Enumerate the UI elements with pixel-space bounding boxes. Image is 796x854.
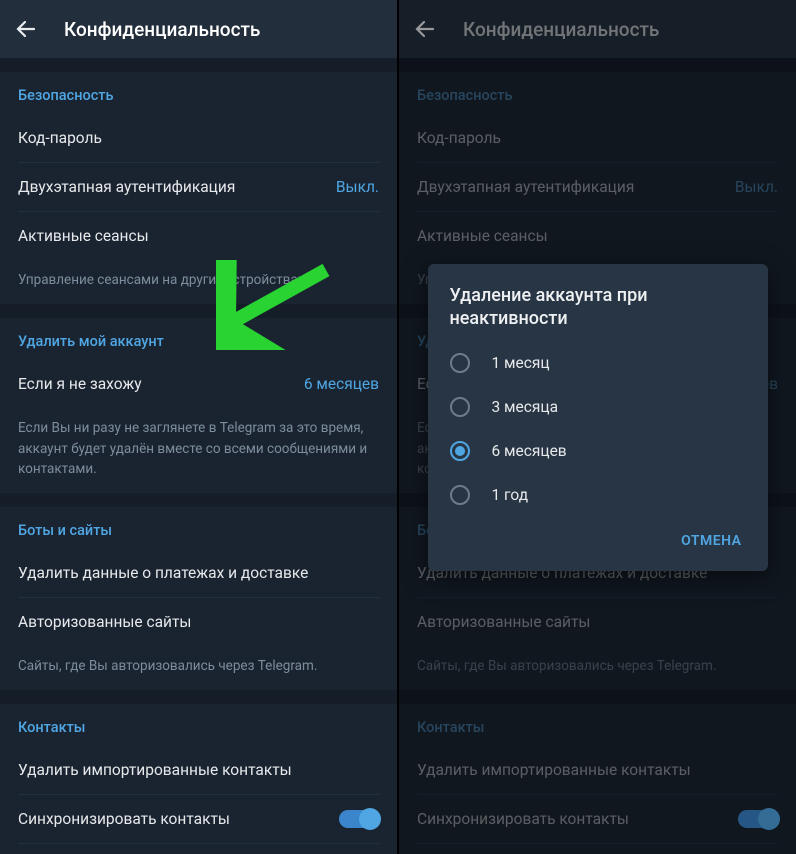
radio-icon-selected xyxy=(450,441,470,461)
row-label: Удалить данные о платежах и доставке xyxy=(18,564,308,582)
row-two-step[interactable]: Двухэтапная аутентификация Выкл. xyxy=(0,163,397,211)
row-suggest[interactable]: Подсказка людей при поиске xyxy=(0,844,397,854)
dialog-title: Удаление аккаунта при неактивности xyxy=(428,284,768,341)
row-delete-imported[interactable]: Удалить импортированные контакты xyxy=(0,746,397,794)
row-active-sessions[interactable]: Активные сеансы xyxy=(0,212,397,260)
footer-security: Управление сеансами на других устройства… xyxy=(0,260,397,304)
row-label: Код-пароль xyxy=(18,129,102,147)
row-label: Если я не захожу xyxy=(18,375,142,393)
radio-label: 1 год xyxy=(492,486,529,504)
page-title: Конфиденциальность xyxy=(64,18,260,41)
left-screen: Конфиденциальность Безопасность Код-паро… xyxy=(0,0,397,854)
row-sync-contacts[interactable]: Синхронизировать контакты xyxy=(0,795,397,843)
footer-bots: Сайты, где Вы авторизовались через Teleg… xyxy=(0,646,397,690)
row-label: Двухэтапная аутентификация xyxy=(18,178,235,196)
radio-label: 1 месяц xyxy=(492,354,550,372)
right-screen: Конфиденциальность Безопасность Код-паро… xyxy=(399,0,796,854)
row-value: 6 месяцев xyxy=(304,375,379,393)
toggle-sync[interactable] xyxy=(339,810,379,828)
row-label: Авторизованные сайты xyxy=(18,613,191,631)
radio-icon xyxy=(450,485,470,505)
row-label: Активные сеансы xyxy=(18,227,149,245)
row-value: Выкл. xyxy=(336,178,379,196)
section-gap xyxy=(0,304,397,318)
row-if-away[interactable]: Если я не захожу 6 месяцев xyxy=(0,360,397,408)
back-icon[interactable] xyxy=(14,17,38,41)
app-header: Конфиденциальность xyxy=(0,0,397,58)
modal-overlay[interactable]: Удаление аккаунта при неактивности 1 мес… xyxy=(399,0,796,854)
section-gap xyxy=(0,58,397,72)
radio-option-3-months[interactable]: 3 месяца xyxy=(428,385,768,429)
radio-option-1-year[interactable]: 1 год xyxy=(428,473,768,517)
radio-icon xyxy=(450,397,470,417)
row-label: Удалить импортированные контакты xyxy=(18,761,292,779)
row-passcode[interactable]: Код-пароль xyxy=(0,114,397,162)
footer-delete: Если Вы ни разу не заглянете в Telegram … xyxy=(0,408,397,493)
radio-option-6-months[interactable]: 6 месяцев xyxy=(428,429,768,473)
delete-inactivity-dialog: Удаление аккаунта при неактивности 1 мес… xyxy=(428,264,768,571)
radio-label: 6 месяцев xyxy=(492,442,567,460)
section-header-security: Безопасность xyxy=(0,72,397,114)
row-label: Синхронизировать контакты xyxy=(18,810,230,828)
row-payments[interactable]: Удалить данные о платежах и доставке xyxy=(0,549,397,597)
section-header-delete: Удалить мой аккаунт xyxy=(0,318,397,360)
section-gap xyxy=(0,690,397,704)
radio-label: 3 месяца xyxy=(492,398,559,416)
dialog-actions: ОТМЕНА xyxy=(428,517,768,565)
section-gap xyxy=(0,493,397,507)
section-header-bots: Боты и сайты xyxy=(0,507,397,549)
radio-option-1-month[interactable]: 1 месяц xyxy=(428,341,768,385)
radio-icon xyxy=(450,353,470,373)
section-header-contacts: Контакты xyxy=(0,704,397,746)
cancel-button[interactable]: ОТМЕНА xyxy=(669,523,753,559)
row-authorized-sites[interactable]: Авторизованные сайты xyxy=(0,598,397,646)
